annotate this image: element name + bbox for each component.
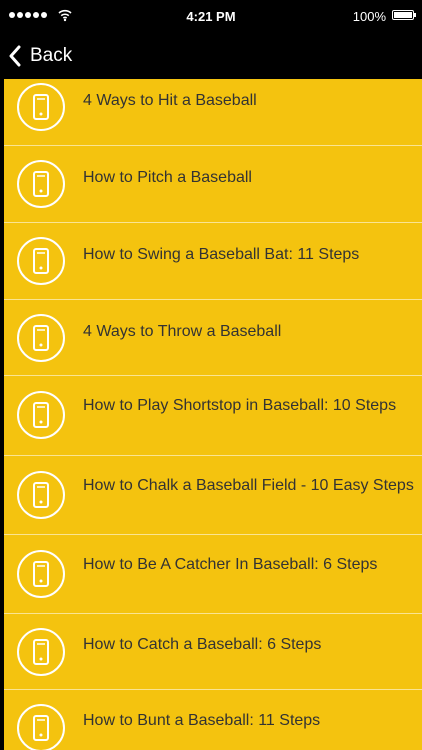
list-item[interactable]: 4 Ways to Hit a Baseball xyxy=(4,79,422,146)
list-item-label: How to Swing a Baseball Bat: 11 Steps xyxy=(83,246,360,263)
battery-icon xyxy=(392,10,416,20)
list-item[interactable]: How to Pitch a Baseball xyxy=(4,146,422,223)
list-item-label: How to Play Shortstop in Baseball: 10 St… xyxy=(83,397,397,414)
phone-icon xyxy=(17,391,65,439)
chevron-left-icon xyxy=(9,45,21,67)
status-bar: 4:21 PM 100% xyxy=(0,0,422,33)
phone-icon xyxy=(17,83,65,131)
list-item[interactable]: How to Bunt a Baseball: 11 Steps xyxy=(4,690,422,750)
list-item[interactable]: How to Be A Catcher In Baseball: 6 Steps xyxy=(4,535,422,614)
list-item-label: How to Bunt a Baseball: 11 Steps xyxy=(83,712,321,729)
back-button[interactable]: Back xyxy=(8,42,72,70)
phone-icon xyxy=(17,704,65,750)
list-item[interactable]: How to Catch a Baseball: 6 Steps xyxy=(4,614,422,690)
phone-icon xyxy=(17,471,65,519)
navigation-bar: Back xyxy=(0,33,422,79)
list-item-label: 4 Ways to Hit a Baseball xyxy=(83,92,257,109)
phone-icon xyxy=(17,160,65,208)
back-button-label: Back xyxy=(30,45,73,66)
phone-icon xyxy=(17,237,65,285)
list-item-label: How to Be A Catcher In Baseball: 6 Steps xyxy=(83,556,378,573)
list-item[interactable]: How to Play Shortstop in Baseball: 10 St… xyxy=(4,376,422,456)
article-list: 4 Ways to Hit a Baseball How to Pitch a … xyxy=(4,79,422,750)
list-item[interactable]: 4 Ways to Throw a Baseball xyxy=(4,300,422,376)
list-item[interactable]: How to Swing a Baseball Bat: 11 Steps xyxy=(4,223,422,300)
phone-icon xyxy=(17,628,65,676)
list-item-label: How to Pitch a Baseball xyxy=(83,169,252,186)
list-item-label: How to Catch a Baseball: 6 Steps xyxy=(83,636,322,653)
phone-icon xyxy=(17,314,65,362)
list-item-label: 4 Ways to Throw a Baseball xyxy=(83,323,282,340)
phone-icon xyxy=(17,550,65,598)
battery-percentage: 100% xyxy=(352,9,386,24)
list-item[interactable]: How to Chalk a Baseball Field - 10 Easy … xyxy=(4,456,422,535)
list-item-label: How to Chalk a Baseball Field - 10 Easy … xyxy=(83,477,414,494)
